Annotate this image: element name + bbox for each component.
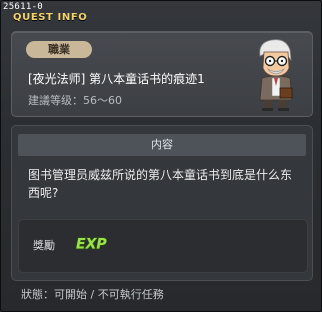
quest-info-window: 25611-0 QUEST INFO 職業 [夜光法师] 第八本童话书的痕迹1 … xyxy=(0,0,322,312)
job-tag: 職業 xyxy=(26,41,92,58)
quest-description: 图书管理员威兹所说的第八本童话书到底是什么东西呢? xyxy=(28,168,293,200)
quest-id: 25611-0 xyxy=(3,2,44,12)
reward-label: 獎勵 xyxy=(33,239,55,252)
quest-content-panel: 内容 图书管理员威兹所说的第八本童话书到底是什么东西呢? 獎勵 EXP xyxy=(11,125,313,281)
window-title: QUEST INFO xyxy=(13,12,88,23)
title-bar[interactable]: 25611-0 QUEST INFO xyxy=(1,1,111,25)
quest-title: [夜光法师] 第八本童话书的痕迹1 xyxy=(28,72,205,86)
quest-header-panel: 職業 [夜光法师] 第八本童话书的痕迹1 建議等级：56～60 xyxy=(11,31,313,117)
content-header: 内容 xyxy=(18,134,306,156)
quest-status: 狀態：可開始 / 不可執行任務 xyxy=(21,288,164,301)
librarian-npc-icon xyxy=(259,39,293,111)
recommended-level: 建議等级：56～60 xyxy=(28,94,122,107)
exp-icon: EXP xyxy=(75,236,108,253)
reward-box: 獎勵 EXP xyxy=(18,219,308,273)
exp-icon-text: EXP xyxy=(76,237,107,253)
